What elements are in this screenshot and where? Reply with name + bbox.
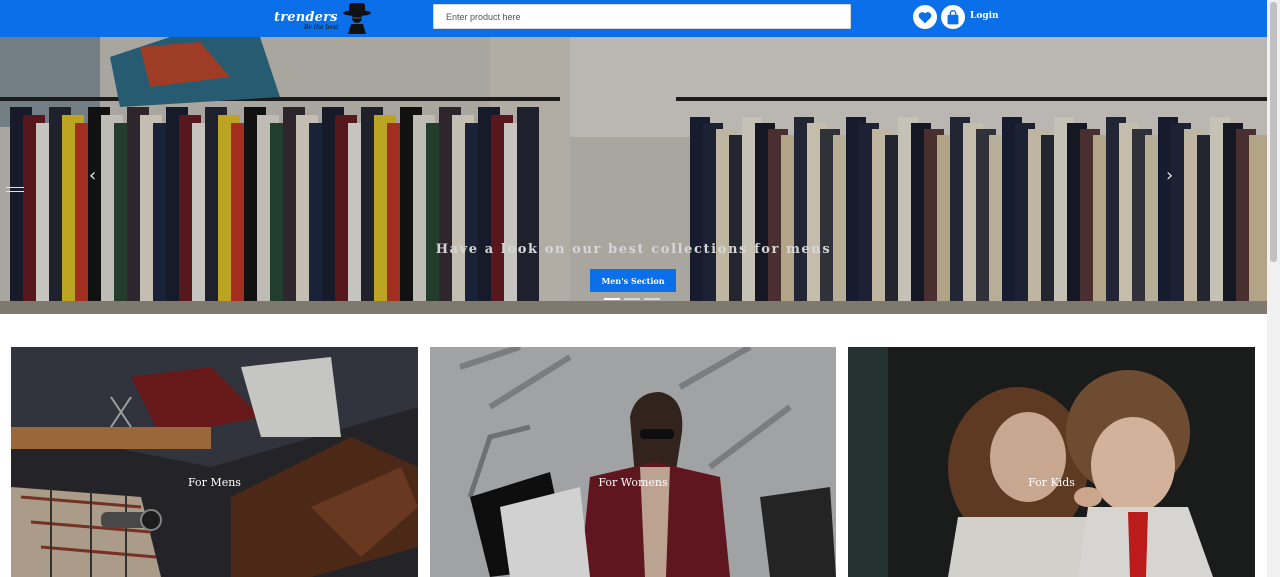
login-link[interactable]: Login: [970, 11, 999, 21]
chevron-right-icon[interactable]: ›: [1166, 165, 1173, 186]
heart-icon: [918, 11, 932, 23]
category-card-mens[interactable]: For Mens: [11, 347, 418, 577]
hero-carousel: ‹ › Have a look on our best collections …: [0, 37, 1267, 314]
womens-category-image: [430, 347, 836, 577]
hero-caption: Have a look on our best collections for …: [435, 242, 832, 257]
brand-logo[interactable]: trenders Be the best: [274, 2, 374, 35]
cart-button[interactable]: [941, 5, 965, 29]
mens-category-image: [11, 347, 418, 577]
carousel-indicator-2[interactable]: [624, 298, 640, 300]
category-card-kids[interactable]: For Kids: [848, 347, 1255, 577]
mens-section-button[interactable]: Men's Section: [590, 269, 676, 292]
carousel-indicator-1[interactable]: [604, 298, 620, 300]
carousel-indicator-3[interactable]: [644, 298, 660, 300]
shopping-bag-icon: [947, 9, 959, 24]
scrollbar-thumb[interactable]: [1270, 2, 1277, 262]
carousel-indicators: [604, 298, 660, 300]
category-label-kids: For Kids: [1028, 476, 1075, 489]
brand-tagline: Be the best: [304, 24, 339, 31]
menu-lines-icon: [6, 187, 24, 195]
chevron-left-icon[interactable]: ‹: [89, 165, 96, 186]
kids-category-image: [848, 347, 1255, 577]
brand-name: trenders: [274, 10, 338, 25]
category-card-womens[interactable]: For Womens: [430, 347, 836, 577]
wishlist-button[interactable]: [913, 5, 937, 29]
category-label-womens: For Womens: [598, 476, 668, 489]
hat-logo-icon: [343, 3, 371, 34]
top-navbar: trenders Be the best Login: [0, 0, 1267, 37]
search-input[interactable]: [433, 4, 851, 29]
category-label-mens: For Mens: [188, 476, 241, 489]
